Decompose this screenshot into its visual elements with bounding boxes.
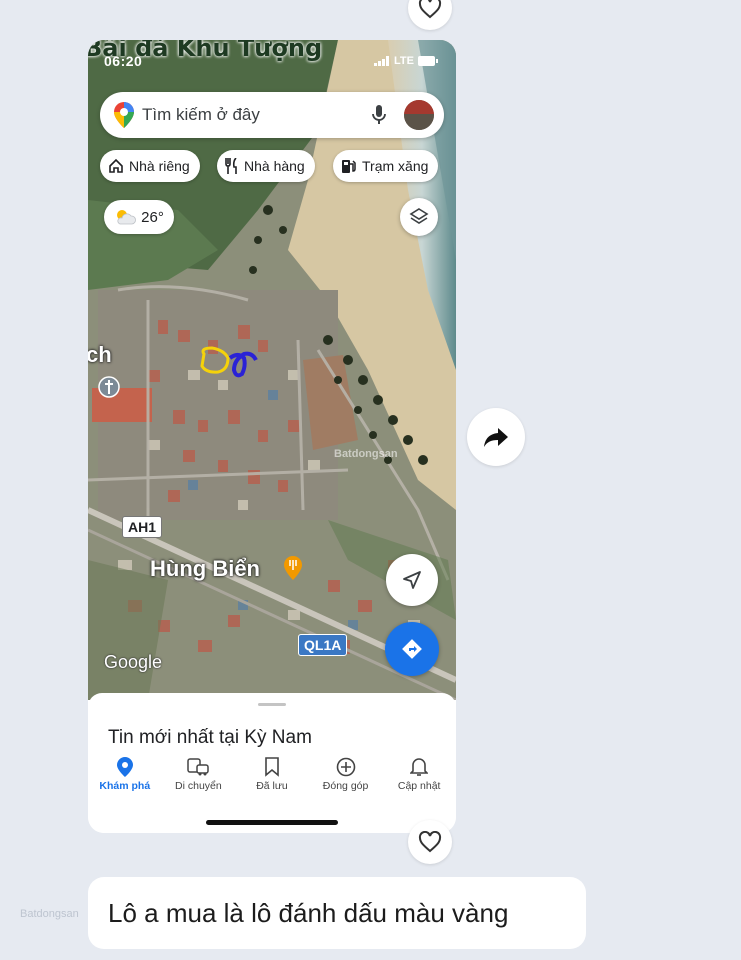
bottom-navigation: Khám phá Di chuyển Đã lưu Đóng góp Cập n… [88,749,456,809]
sheet-handle[interactable] [258,703,286,706]
battery-icon [418,56,438,66]
gas-station-icon [342,160,356,173]
sheet-title: Tin mới nhất tại Kỳ Nam [108,727,312,748]
layers-icon [409,208,429,224]
nav-label: Khám phá [99,780,151,792]
commute-icon [187,758,210,776]
weather-temp: 26° [141,208,164,226]
google-logo: Google [104,652,163,672]
chip-restaurant[interactable]: Nhà hàng [217,150,315,182]
chip-home[interactable]: Nhà riêng [100,150,200,182]
heart-icon [418,0,442,19]
map-watermark: Batdongsan [334,448,398,460]
satellite-map[interactable]: Bãi đá Khu Tượng 06:20 LTE Tìm kiếm ở đâ… [88,40,456,700]
chip-label: Nhà hàng [244,158,305,174]
nav-item-updates[interactable]: Cập nhật [382,749,456,809]
road-label-ql1a: QL1A [298,634,348,656]
nav-label: Cập nhật [397,780,441,792]
avatar[interactable] [404,100,434,130]
nav-label: Di chuyển [175,780,222,792]
chip-label: Trạm xăng [362,158,429,174]
microphone-icon[interactable] [372,105,386,125]
location-pin-icon [116,757,133,777]
reaction-heart-button-top[interactable] [408,0,452,30]
place-label[interactable]: Hùng Biển [150,556,260,582]
reaction-heart-button[interactable] [408,820,452,864]
search-bar[interactable]: Tìm kiếm ở đây [100,92,444,138]
signal-icon [374,56,390,66]
nav-item-contribute[interactable]: Đóng góp [309,749,383,809]
chat-message-bubble[interactable]: Lô a mua là lô đánh dấu màu vàng [88,877,586,949]
partly-cloudy-icon [117,210,137,225]
message-text: Lô a mua là lô đánh dấu màu vàng [108,897,509,928]
bookmark-icon [265,757,279,777]
home-icon [109,158,123,173]
status-time: 06:20 [104,53,143,69]
my-location-button[interactable] [386,554,438,606]
bell-icon [410,758,429,776]
nav-item-saved[interactable]: Đã lưu [235,749,309,809]
directions-icon [402,639,422,659]
share-arrow-icon [484,428,508,447]
add-circle-icon [336,757,355,777]
page-watermark: Batdongsan [20,908,79,920]
navigation-arrow-icon [403,571,421,589]
directions-button[interactable] [385,622,439,676]
status-indicators: LTE [374,55,438,67]
home-indicator [206,820,338,825]
restaurant-pin-icon[interactable] [284,556,302,580]
shared-screenshot[interactable]: Bãi đá Khu Tượng 06:20 LTE Tìm kiếm ở đâ… [88,40,456,833]
nav-item-explore[interactable]: Khám phá [88,749,162,809]
road-label-ah1: AH1 [122,516,163,538]
nav-label: Đóng góp [322,780,369,792]
restaurant-icon [225,158,237,174]
layers-button[interactable] [400,198,438,236]
nav-item-commute[interactable]: Di chuyển [162,749,236,809]
search-input[interactable]: Tìm kiếm ở đây [142,105,372,125]
forward-button[interactable] [467,408,525,466]
network-label: LTE [394,55,414,67]
nav-label: Đã lưu [256,780,288,792]
heart-icon [418,831,442,853]
chip-label: Nhà riêng [129,158,190,174]
chip-gas-station[interactable]: Trạm xăng [333,150,439,182]
maps-pin-logo-icon [114,102,134,128]
church-pin-icon[interactable] [98,376,120,402]
map-label-partial: ch [88,342,112,367]
weather-badge[interactable]: 26° [104,200,174,234]
